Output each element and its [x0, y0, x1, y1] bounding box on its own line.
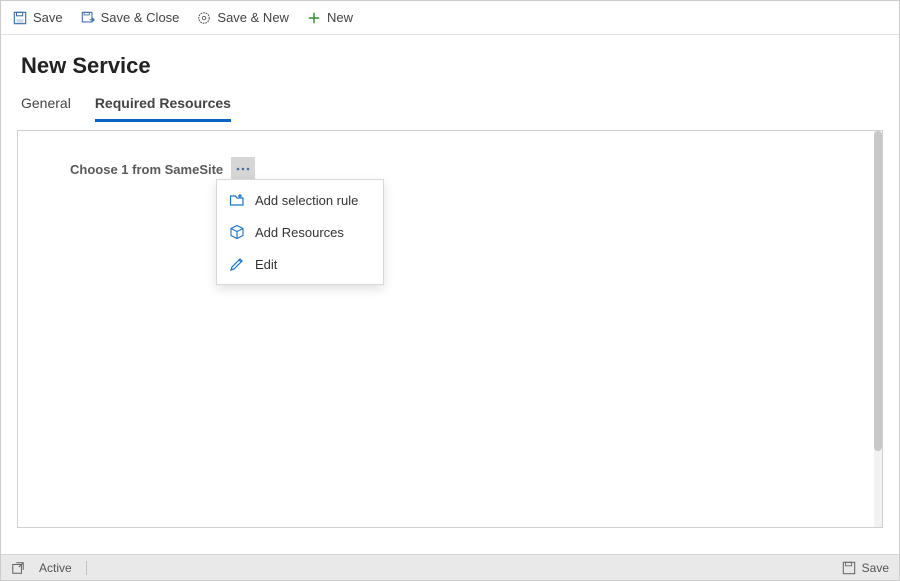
save-close-button[interactable]: Save & Close	[81, 10, 180, 25]
save-new-button[interactable]: Save & New	[197, 10, 289, 25]
scrollbar[interactable]	[874, 131, 882, 527]
popout-icon[interactable]	[11, 561, 25, 575]
selection-rule-label: Choose 1 from SameSite	[70, 162, 223, 177]
tab-required-resources[interactable]: Required Resources	[95, 89, 231, 122]
new-label: New	[327, 10, 353, 25]
content-wrap: Choose 1 from SameSite Add selection rul…	[1, 122, 899, 528]
save-label: Save	[33, 10, 63, 25]
pencil-icon	[229, 256, 245, 272]
status-state: Active	[39, 561, 72, 575]
save-close-icon	[81, 11, 95, 25]
save-button[interactable]: Save	[13, 10, 63, 25]
page-header: New Service General Required Resources	[1, 35, 899, 122]
plus-icon	[307, 11, 321, 25]
content-panel: Choose 1 from SameSite Add selection rul…	[17, 130, 883, 528]
new-button[interactable]: New	[307, 10, 353, 25]
status-bar: Active Save	[1, 554, 899, 580]
menu-edit[interactable]: Edit	[217, 248, 383, 280]
menu-add-resources[interactable]: Add Resources	[217, 216, 383, 248]
save-new-icon	[197, 11, 211, 25]
status-separator	[86, 561, 87, 575]
scroll-thumb[interactable]	[874, 131, 882, 451]
selection-rule-row: Choose 1 from SameSite	[18, 131, 882, 181]
cube-icon	[229, 224, 245, 240]
status-save-button[interactable]: Save	[842, 561, 889, 575]
folder-plus-icon	[229, 192, 245, 208]
save-close-label: Save & Close	[101, 10, 180, 25]
menu-add-resources-label: Add Resources	[255, 225, 344, 240]
tab-general[interactable]: General	[21, 89, 71, 122]
ellipsis-icon	[236, 167, 250, 171]
menu-add-rule-label: Add selection rule	[255, 193, 358, 208]
menu-edit-label: Edit	[255, 257, 277, 272]
status-save-label: Save	[862, 561, 889, 575]
status-left: Active	[11, 561, 87, 575]
save-icon	[13, 11, 27, 25]
page-title: New Service	[21, 53, 879, 79]
context-menu: Add selection rule Add Resources Edit	[216, 179, 384, 285]
tab-bar: General Required Resources	[21, 89, 879, 122]
save-icon	[842, 561, 856, 575]
save-new-label: Save & New	[217, 10, 289, 25]
menu-add-selection-rule[interactable]: Add selection rule	[217, 184, 383, 216]
more-actions-button[interactable]	[231, 157, 255, 181]
command-bar: Save Save & Close Save & New New	[1, 1, 899, 35]
